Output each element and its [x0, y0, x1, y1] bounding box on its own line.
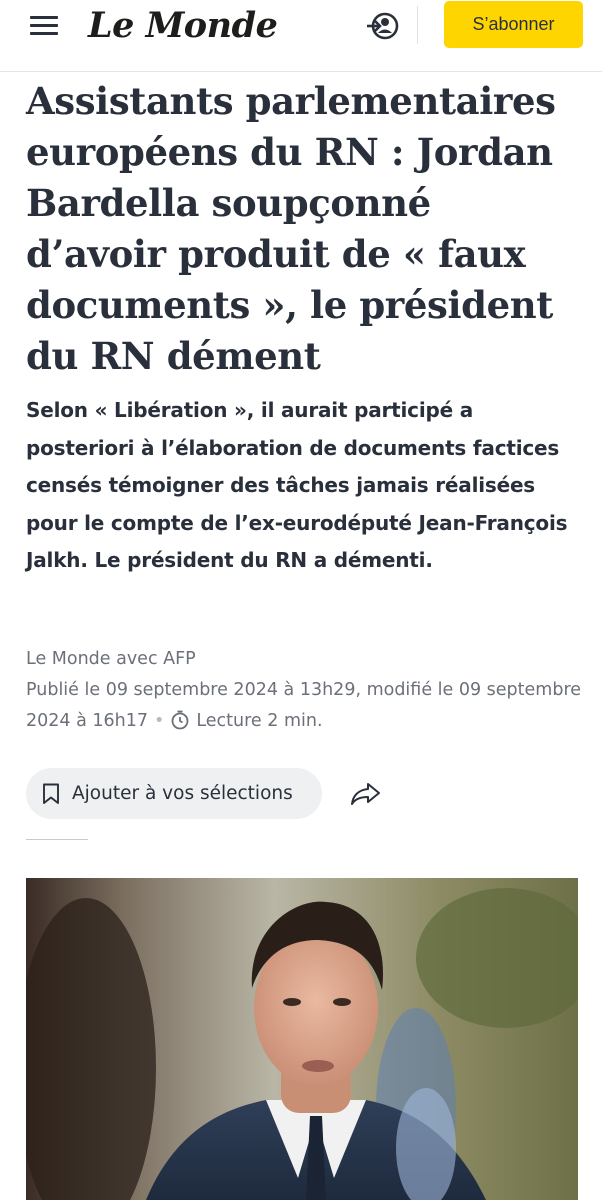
- publication-info: Publié le 09 septembre 2024 à 13h29, mod…: [26, 675, 586, 737]
- share-arrow-icon[interactable]: [348, 778, 384, 810]
- bookmark-icon: [43, 783, 59, 804]
- article-actions: Ajouter à vos sélections: [26, 768, 586, 819]
- article-photo: [26, 878, 578, 1200]
- top-bar: Le Monde S’abonner: [0, 0, 602, 72]
- article-standfirst: Selon « Libération », il aurait particip…: [26, 398, 568, 572]
- subscribe-button[interactable]: S’abonner: [444, 1, 583, 48]
- meta-separator: •: [154, 711, 165, 731]
- le-monde-logo[interactable]: Le Monde: [88, 4, 278, 48]
- article-meta: Le Monde avec AFP Publié le 09 septembre…: [26, 644, 586, 737]
- header-divider: [417, 6, 418, 44]
- section-divider: [26, 839, 88, 840]
- hamburger-menu-icon[interactable]: [27, 14, 63, 38]
- reading-time: Lecture 2 min.: [196, 711, 323, 731]
- article-title: Assistants parlementaires européens du R…: [26, 79, 556, 378]
- article-byline: Le Monde avec AFP: [26, 649, 196, 669]
- add-to-selections-button[interactable]: Ajouter à vos sélections: [26, 768, 322, 819]
- clock-icon: [171, 710, 189, 730]
- add-to-selections-label: Ajouter à vos sélections: [72, 783, 293, 804]
- account-login-icon[interactable]: [364, 8, 402, 44]
